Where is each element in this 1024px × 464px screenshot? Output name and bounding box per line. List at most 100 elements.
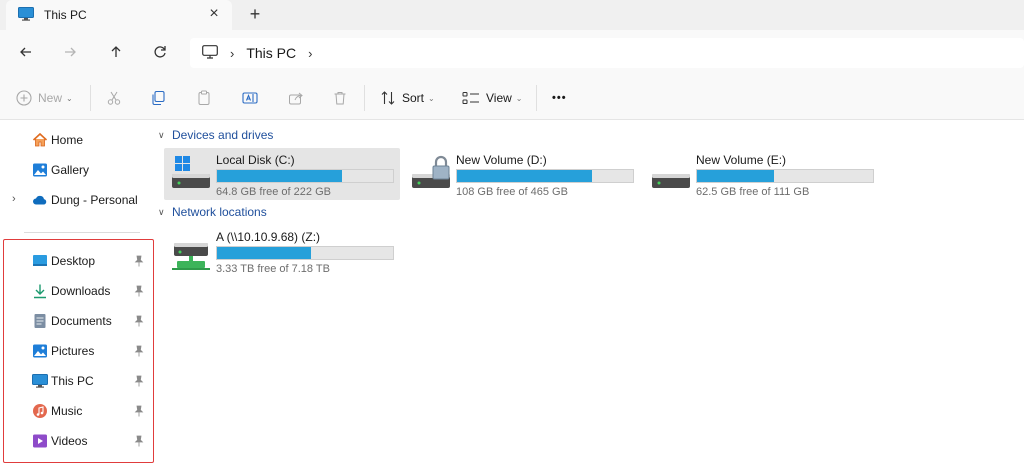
pin-icon[interactable]	[134, 375, 144, 387]
navigation-pane: Home Gallery › Dung - Personal Desktop D…	[0, 121, 156, 464]
drive-new-volume-e[interactable]: New Volume (E:) 62.5 GB free of 111 GB	[644, 148, 880, 200]
copy-button[interactable]	[150, 88, 166, 108]
chevron-right-icon[interactable]: ›	[308, 46, 312, 61]
pin-icon[interactable]	[134, 435, 144, 447]
pin-icon[interactable]	[134, 405, 144, 417]
sidebar-item-pictures[interactable]: Pictures	[0, 338, 156, 364]
gallery-icon	[32, 162, 48, 178]
drive-name: New Volume (D:)	[456, 153, 547, 167]
chevron-down-icon: ⌄	[515, 93, 523, 103]
drive-name: Local Disk (C:)	[216, 153, 295, 167]
pin-icon[interactable]	[134, 255, 144, 267]
trash-icon	[332, 90, 348, 106]
sidebar-item-home[interactable]: Home	[0, 127, 156, 153]
drive-free-space: 64.8 GB free of 222 GB	[216, 186, 331, 198]
more-options-button[interactable]: •••	[552, 88, 567, 108]
sidebar-item-label: Documents	[51, 314, 112, 328]
rename-button[interactable]	[242, 88, 258, 108]
computer-icon	[32, 373, 48, 389]
sidebar-item-music[interactable]: Music	[0, 398, 156, 424]
view-label: View	[486, 91, 512, 105]
section-label: Devices and drives	[172, 128, 274, 142]
sidebar-item-label: Dung - Personal	[51, 193, 138, 207]
address-path[interactable]: This PC	[246, 45, 296, 61]
windows-drive-icon	[170, 154, 212, 192]
chevron-right-icon[interactable]: ›	[230, 46, 234, 61]
chevron-down-icon: ⌄	[428, 93, 435, 103]
pin-icon[interactable]	[134, 315, 144, 327]
capacity-bar	[216, 246, 394, 260]
sidebar-item-dung-personal[interactable]: › Dung - Personal	[0, 187, 156, 213]
capacity-fill	[697, 170, 774, 182]
sidebar-item-label: This PC	[51, 374, 94, 388]
sidebar-item-desktop[interactable]: Desktop	[0, 248, 156, 274]
home-icon	[32, 132, 48, 148]
plus-icon[interactable]: +	[246, 5, 264, 23]
new-label: New	[38, 91, 63, 105]
drive-new-volume-d[interactable]: New Volume (D:) 108 GB free of 465 GB	[404, 148, 640, 200]
sort-button[interactable]: Sort ⌄	[380, 88, 435, 108]
sidebar-item-gallery[interactable]: Gallery	[0, 157, 156, 183]
share-icon	[288, 90, 304, 106]
drive-free-space: 62.5 GB free of 111 GB	[696, 186, 810, 198]
tab-title: This PC	[44, 8, 87, 22]
sidebar-item-label: Gallery	[51, 163, 90, 177]
chevron-right-icon[interactable]: ›	[12, 193, 16, 205]
section-label: Network locations	[172, 205, 267, 219]
pin-icon[interactable]	[134, 345, 144, 357]
section-header-devices[interactable]: ∨ Devices and drives	[158, 128, 273, 142]
capacity-fill	[217, 247, 312, 259]
capacity-bar	[696, 169, 874, 183]
chevron-down-icon: ∨	[158, 206, 165, 217]
sidebar-item-downloads[interactable]: Downloads	[0, 278, 156, 304]
drive-local-disk-c[interactable]: Local Disk (C:) 64.8 GB free of 222 GB	[164, 148, 400, 200]
download-icon	[32, 283, 48, 299]
copy-icon	[150, 90, 166, 106]
cloud-icon	[32, 192, 48, 208]
drive-free-space: 108 GB free of 465 GB	[456, 186, 568, 198]
music-icon	[32, 403, 48, 419]
drive-name: A (\\10.10.9.68) (Z:)	[216, 230, 321, 244]
video-icon	[32, 433, 48, 449]
capacity-bar	[456, 169, 634, 183]
sidebar-item-label: Home	[51, 133, 84, 147]
command-bar: New ⌄ Sort ⌄ View ⌄ •••	[0, 76, 1024, 120]
share-button[interactable]	[288, 88, 304, 108]
new-button[interactable]: New ⌄	[16, 88, 73, 108]
sidebar-item-videos[interactable]: Videos	[0, 428, 156, 454]
chevron-down-icon: ∨	[158, 129, 165, 140]
paste-button[interactable]	[196, 88, 212, 108]
plus-circle-icon	[16, 90, 32, 106]
drive-free-space: 3.33 TB free of 7.18 TB	[216, 263, 330, 275]
sidebar-item-label: Desktop	[51, 254, 96, 268]
view-icon	[462, 90, 480, 106]
arrow-up-icon[interactable]	[106, 42, 126, 62]
computer-icon	[18, 6, 34, 24]
refresh-icon[interactable]	[150, 42, 170, 62]
tab-this-pc[interactable]: This PC ×	[6, 0, 232, 30]
sidebar-divider	[24, 232, 140, 233]
pin-icon[interactable]	[134, 285, 144, 297]
sidebar-item-documents[interactable]: Documents	[0, 308, 156, 334]
drive-name: New Volume (E:)	[696, 153, 787, 167]
scissors-icon	[106, 90, 122, 106]
sort-label: Sort	[402, 91, 425, 105]
cut-button[interactable]	[106, 88, 122, 108]
sort-icon	[380, 90, 396, 106]
close-icon[interactable]: ×	[206, 6, 222, 22]
divider	[536, 85, 537, 111]
desktop-icon	[32, 253, 48, 269]
divider	[364, 85, 365, 111]
sidebar-item-label: Downloads	[51, 284, 111, 298]
capacity-bar	[216, 169, 394, 183]
delete-button[interactable]	[332, 88, 348, 108]
arrow-right-icon[interactable]	[60, 42, 80, 62]
view-button[interactable]: View ⌄	[462, 88, 523, 108]
sidebar-item-this-pc[interactable]: This PC	[0, 368, 156, 394]
navigation-bar: › This PC ›	[0, 30, 1024, 76]
arrow-left-icon[interactable]	[16, 42, 36, 62]
section-header-network[interactable]: ∨ Network locations	[158, 205, 267, 219]
tab-bar: This PC × +	[0, 0, 1024, 30]
drive-network-z[interactable]: A (\\10.10.9.68) (Z:) 3.33 TB free of 7.…	[164, 225, 400, 277]
address-bar[interactable]: › This PC ›	[190, 38, 1024, 68]
